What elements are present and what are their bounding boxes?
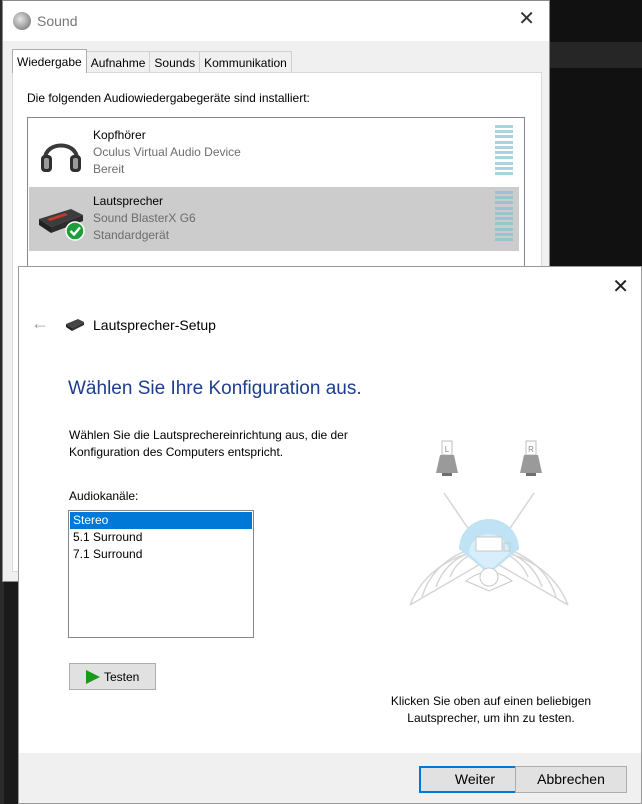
- device-state: Bereit: [93, 162, 125, 176]
- speaker-setup-window: ✕ ← Lautsprecher-Setup Wählen Sie Ihre K…: [18, 266, 642, 804]
- tab-aufnahme[interactable]: Aufnahme: [85, 51, 151, 73]
- tab-kommunikation[interactable]: Kommunikation: [199, 51, 292, 73]
- level-meter: [495, 191, 513, 241]
- speaker-layout-diagram: L R: [409, 440, 569, 606]
- left-speaker-icon: L: [436, 440, 458, 476]
- device-name: Lautsprecher: [93, 194, 164, 208]
- channels-label: Audiokanäle:: [69, 489, 139, 503]
- sound-close-button[interactable]: ✕: [518, 9, 535, 29]
- level-meter: [495, 125, 513, 175]
- device-description: Oculus Virtual Audio Device: [93, 145, 241, 159]
- back-arrow-icon[interactable]: ←: [31, 313, 49, 334]
- setup-close-button[interactable]: ✕: [612, 277, 629, 297]
- right-speaker-icon: R: [520, 440, 542, 476]
- audio-channels-list[interactable]: Stereo 5.1 Surround 7.1 Surround: [68, 510, 254, 638]
- playback-intro-text: Die folgenden Audiowiedergabegeräte sind…: [27, 91, 310, 105]
- sound-window-title: Sound: [37, 13, 78, 29]
- speaker-app-icon: [13, 12, 31, 30]
- check-icon: [65, 221, 85, 241]
- headphones-icon: [41, 143, 81, 172]
- desktop-background-right: [549, 0, 642, 270]
- setup-footer: Weiter Abbrechen: [19, 753, 641, 803]
- device-kopfhoerer[interactable]: Kopfhörer Oculus Virtual Audio Device Be…: [29, 121, 519, 185]
- setup-heading: Wählen Sie Ihre Konfiguration aus.: [68, 378, 362, 399]
- sound-card-icon: [39, 209, 85, 241]
- setup-description: Wählen Sie die Lautsprechereinrichtung a…: [69, 428, 348, 459]
- tab-wiedergabe[interactable]: Wiedergabe: [12, 49, 87, 73]
- play-icon: [86, 669, 100, 684]
- desktop-taskbar-fragment: [549, 42, 642, 68]
- setup-title: Lautsprecher-Setup: [93, 317, 216, 333]
- left-speaker-label: L: [445, 445, 450, 454]
- sound-titlebar[interactable]: Sound ✕: [3, 1, 549, 41]
- channel-option-7-1[interactable]: 7.1 Surround: [70, 546, 252, 563]
- right-speaker-label: R: [528, 445, 534, 454]
- device-name: Kopfhörer: [93, 128, 146, 142]
- test-button-label: Testen: [104, 669, 140, 684]
- channel-option-stereo[interactable]: Stereo: [70, 512, 252, 529]
- cancel-button[interactable]: Abbrechen: [515, 766, 627, 793]
- device-lautsprecher[interactable]: Lautsprecher Sound BlasterX G6 Standardg…: [29, 187, 519, 251]
- sound-tabs: Wiedergabe Aufnahme Sounds Kommunikation: [12, 49, 292, 73]
- test-button[interactable]: Testen: [69, 663, 156, 690]
- speaker-setup-icon: [66, 319, 84, 331]
- device-state: Standardgerät: [93, 228, 170, 242]
- tab-sounds[interactable]: Sounds: [149, 51, 201, 73]
- device-description: Sound BlasterX G6: [93, 211, 196, 225]
- test-hint-text: Klicken Sie oben auf einen beliebigen La…: [390, 694, 592, 725]
- channel-option-5-1[interactable]: 5.1 Surround: [70, 529, 252, 546]
